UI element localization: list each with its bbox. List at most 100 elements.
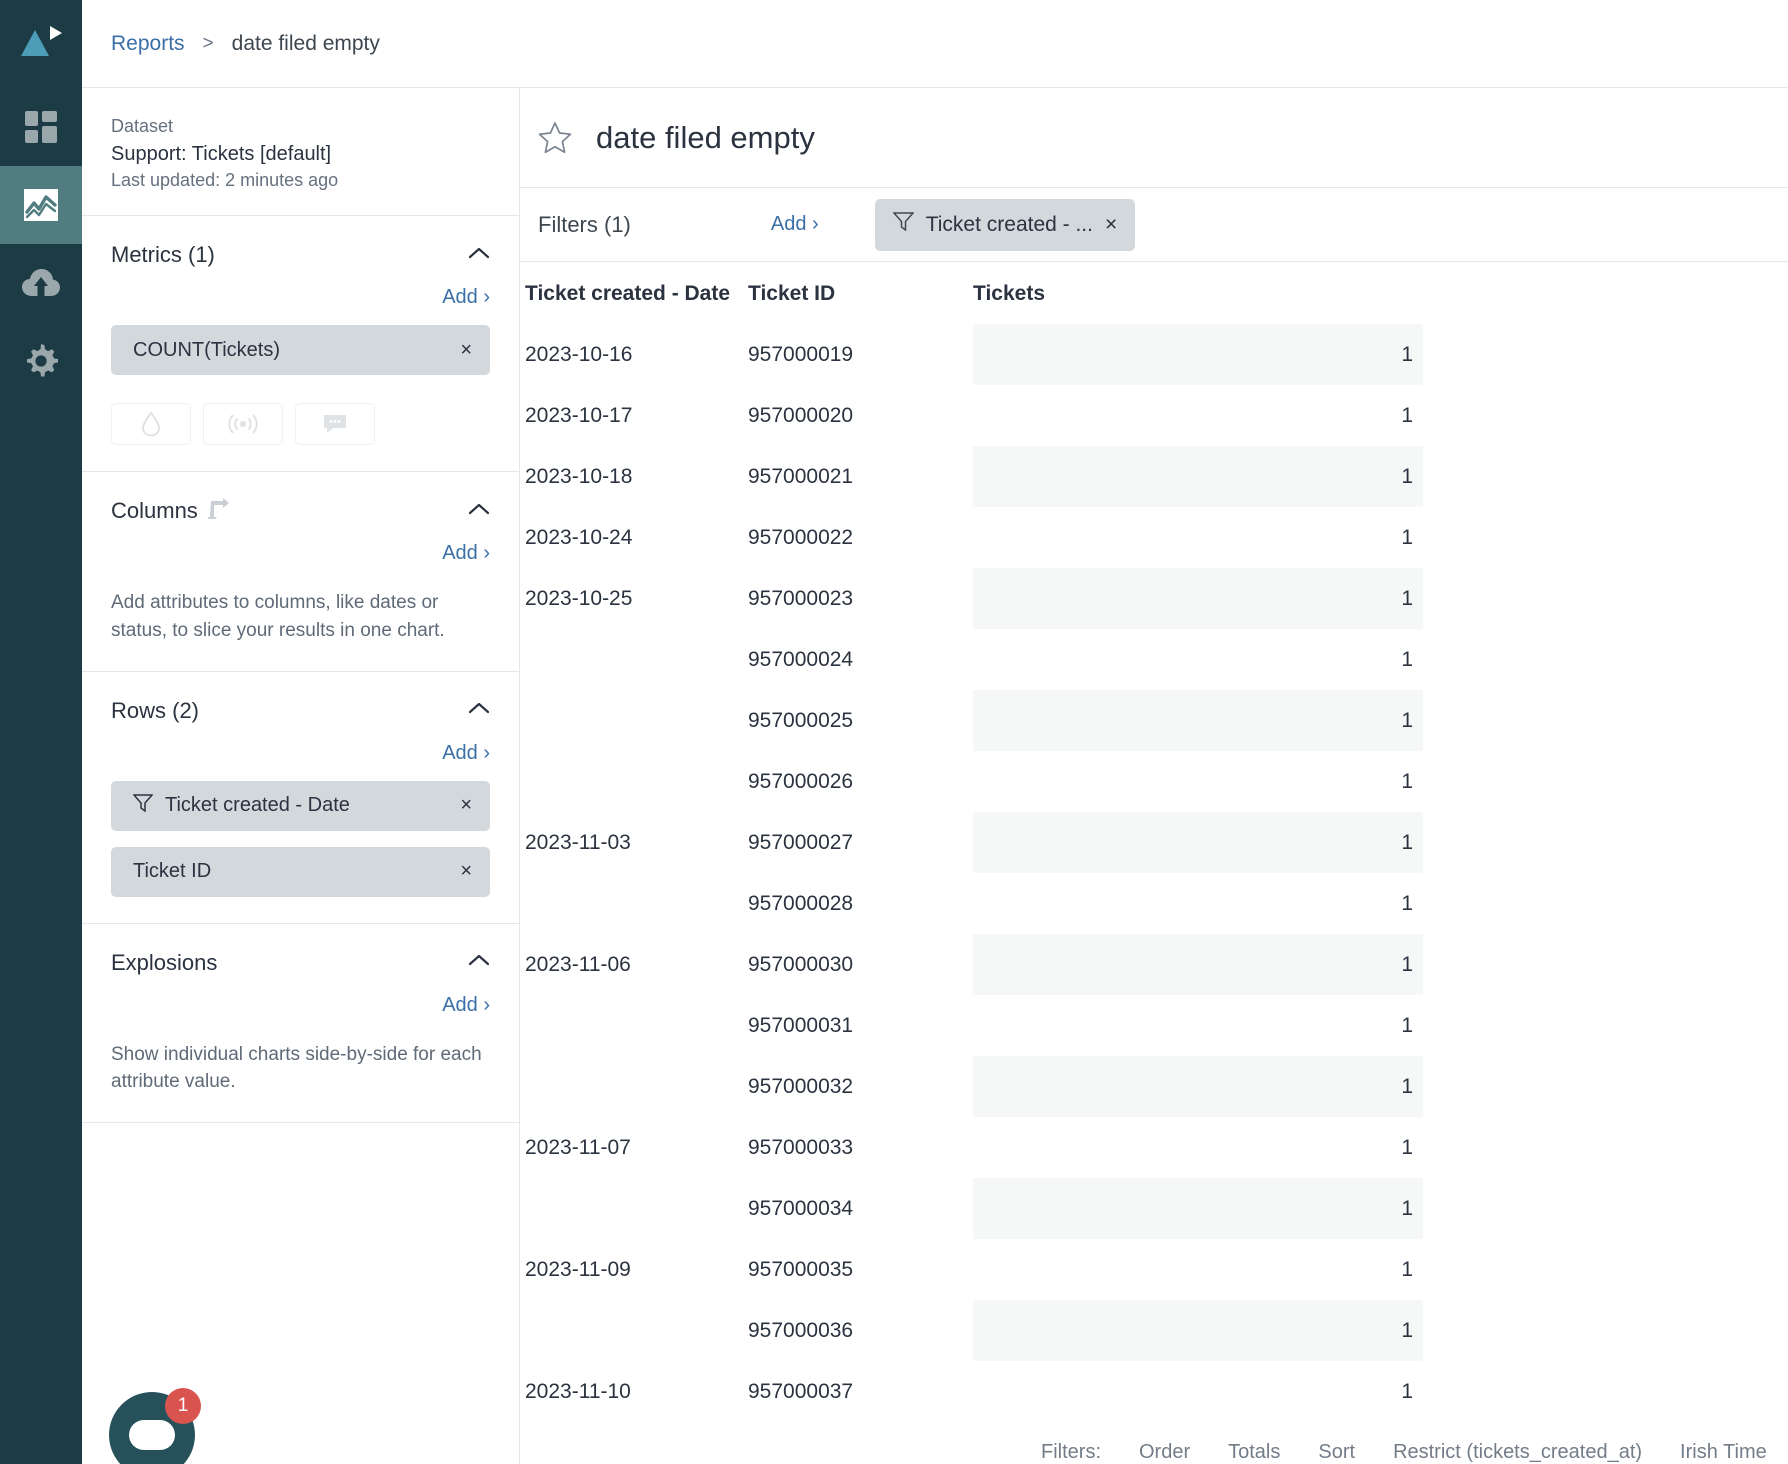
filters-bar: Filters (1) Add › Ticket created - ... × <box>520 188 1788 262</box>
table-row[interactable]: 957000034 1 <box>520 1178 1788 1239</box>
chevron-up-icon[interactable] <box>468 953 490 972</box>
table-row[interactable]: 2023-10-18 957000021 1 <box>520 446 1788 507</box>
cell-date <box>520 995 748 1056</box>
dataset-label: Dataset <box>111 116 174 136</box>
filter-icon <box>892 212 915 237</box>
footer-meta-item[interactable]: Order <box>1139 1441 1190 1464</box>
sidebar-item-dashboards[interactable] <box>0 88 82 166</box>
table-row[interactable]: 2023-11-03 957000027 1 <box>520 812 1788 873</box>
logo-triangle-play-icon <box>21 26 62 56</box>
sidebar-item-uploads[interactable] <box>0 244 82 322</box>
row-chip-label: Ticket created - Date <box>165 794 350 817</box>
columns-add-row: Add › <box>111 542 490 565</box>
metrics-add-row: Add › <box>111 286 490 309</box>
rows-add-link[interactable]: Add › <box>442 742 490 764</box>
table-row[interactable]: 2023-11-09 957000035 1 <box>520 1239 1788 1300</box>
cell-ticket-id: 957000034 <box>748 1196 854 1220</box>
columns-add-link[interactable]: Add › <box>442 542 490 564</box>
rows-header[interactable]: Rows (2) <box>111 694 490 728</box>
table-row[interactable]: 2023-10-24 957000022 1 <box>520 507 1788 568</box>
star-outline-icon <box>538 122 572 154</box>
metric-signal-button[interactable] <box>203 403 283 446</box>
table-row[interactable]: 2023-10-25 957000023 1 <box>520 568 1788 629</box>
cell-date: 2023-10-17 <box>525 403 633 427</box>
cell-spacer <box>1423 1117 1788 1178</box>
chat-widget-button[interactable]: 1 <box>109 1388 201 1464</box>
row-chip-label-wrap: Ticket ID <box>133 860 211 883</box>
metric-comment-button[interactable] <box>295 403 375 446</box>
dataset-block[interactable]: Dataset Support: Tickets [default] Last … <box>82 88 519 217</box>
footer-meta-item[interactable]: Restrict (tickets_created_at) <box>1393 1441 1642 1464</box>
metrics-title: Metrics (1) <box>111 242 215 268</box>
columns-header[interactable]: Columns <box>111 494 490 528</box>
explosions-title: Explosions <box>111 949 218 975</box>
report-builder-panel: Reports > date filed empty Dataset Suppo… <box>82 0 1788 1464</box>
row-chip-ticket-id[interactable]: Ticket ID × <box>111 846 490 897</box>
metric-chip-count-tickets[interactable]: COUNT(Tickets) × <box>111 325 490 376</box>
cell-spacer <box>1423 446 1788 507</box>
table-row[interactable]: 957000025 1 <box>520 690 1788 751</box>
footer-meta-item[interactable]: Irish Time <box>1680 1441 1767 1464</box>
row-chip-ticket-created-date[interactable]: Ticket created - Date × <box>111 780 490 831</box>
page-title: date filed empty <box>596 119 815 155</box>
table-row[interactable]: 957000031 1 <box>520 995 1788 1056</box>
footer-meta-item[interactable]: Totals <box>1228 1441 1280 1464</box>
column-header-tickets[interactable]: Tickets <box>973 262 1423 324</box>
cell-tickets: 1 <box>973 446 1423 507</box>
app-logo[interactable] <box>0 0 82 88</box>
table-row[interactable]: 2023-10-17 957000020 1 <box>520 385 1788 446</box>
filters-add-link[interactable]: Add › <box>771 213 819 236</box>
chart-icon <box>24 189 58 221</box>
cell-ticket-id: 957000022 <box>748 525 854 549</box>
metric-chip-remove[interactable]: × <box>460 339 472 362</box>
filter-chip-remove[interactable]: × <box>1105 213 1117 237</box>
cell-ticket-id: 957000031 <box>748 1013 854 1037</box>
metric-chip-label: COUNT(Tickets) <box>133 338 281 361</box>
metrics-add-link[interactable]: Add › <box>442 286 490 308</box>
columns-hint: Add attributes to columns, like dates or… <box>111 592 445 642</box>
cell-ticket-id: 957000032 <box>748 1074 854 1098</box>
transpose-icon[interactable] <box>206 497 232 525</box>
explosions-add-link[interactable]: Add › <box>442 994 490 1016</box>
columns-section: Columns Add › Add attributes to columns,… <box>82 472 519 672</box>
cell-ticket-id: 957000020 <box>748 403 854 427</box>
table-row[interactable]: 957000026 1 <box>520 751 1788 812</box>
table-row[interactable]: 2023-11-06 957000030 1 <box>520 934 1788 995</box>
cell-spacer <box>1423 873 1788 934</box>
cloud-upload-icon <box>22 269 60 296</box>
columns-title: Columns <box>111 498 198 524</box>
cell-tickets: 1 <box>973 934 1423 995</box>
favorite-star-button[interactable] <box>538 121 572 154</box>
table-row[interactable]: 957000024 1 <box>520 629 1788 690</box>
metric-drop-button[interactable] <box>111 403 191 446</box>
sidebar-item-settings[interactable] <box>0 322 82 400</box>
row-chip-remove[interactable]: × <box>460 794 472 817</box>
cell-date: 2023-10-25 <box>525 586 633 610</box>
chevron-up-icon[interactable] <box>468 701 490 720</box>
footer-meta-item[interactable]: Sort <box>1318 1441 1355 1464</box>
explosions-hint: Show individual charts side-by-side for … <box>111 1043 482 1093</box>
explosions-header[interactable]: Explosions <box>111 946 490 980</box>
cell-spacer <box>1423 995 1788 1056</box>
sidebar-item-reports[interactable] <box>0 166 82 244</box>
column-header-date[interactable]: Ticket created - Date <box>520 262 748 324</box>
metrics-header[interactable]: Metrics (1) <box>111 238 490 272</box>
cell-tickets: 1 <box>1401 403 1413 427</box>
table-row[interactable]: 957000028 1 <box>520 873 1788 934</box>
cell-ticket-id: 957000037 <box>748 1379 854 1403</box>
drop-icon <box>141 411 161 437</box>
rows-title: Rows (2) <box>111 697 200 723</box>
table-row[interactable]: 957000036 1 <box>520 1300 1788 1361</box>
table-row[interactable]: 2023-11-07 957000033 1 <box>520 1117 1788 1178</box>
table-row[interactable]: 2023-11-10 957000037 1 <box>520 1361 1788 1422</box>
footer-meta-item[interactable]: Filters: <box>1041 1441 1101 1464</box>
table-row[interactable]: 957000032 1 <box>520 1056 1788 1117</box>
cell-date: 2023-10-24 <box>525 525 633 549</box>
table-row[interactable]: 2023-10-16 957000019 1 <box>520 324 1788 385</box>
row-chip-remove[interactable]: × <box>460 860 472 883</box>
chevron-up-icon[interactable] <box>468 246 490 265</box>
chevron-up-icon[interactable] <box>468 502 490 521</box>
breadcrumb-reports-link[interactable]: Reports <box>111 32 185 56</box>
column-header-ticket-id[interactable]: Ticket ID <box>748 262 973 324</box>
filter-chip-ticket-created[interactable]: Ticket created - ... × <box>874 198 1136 251</box>
